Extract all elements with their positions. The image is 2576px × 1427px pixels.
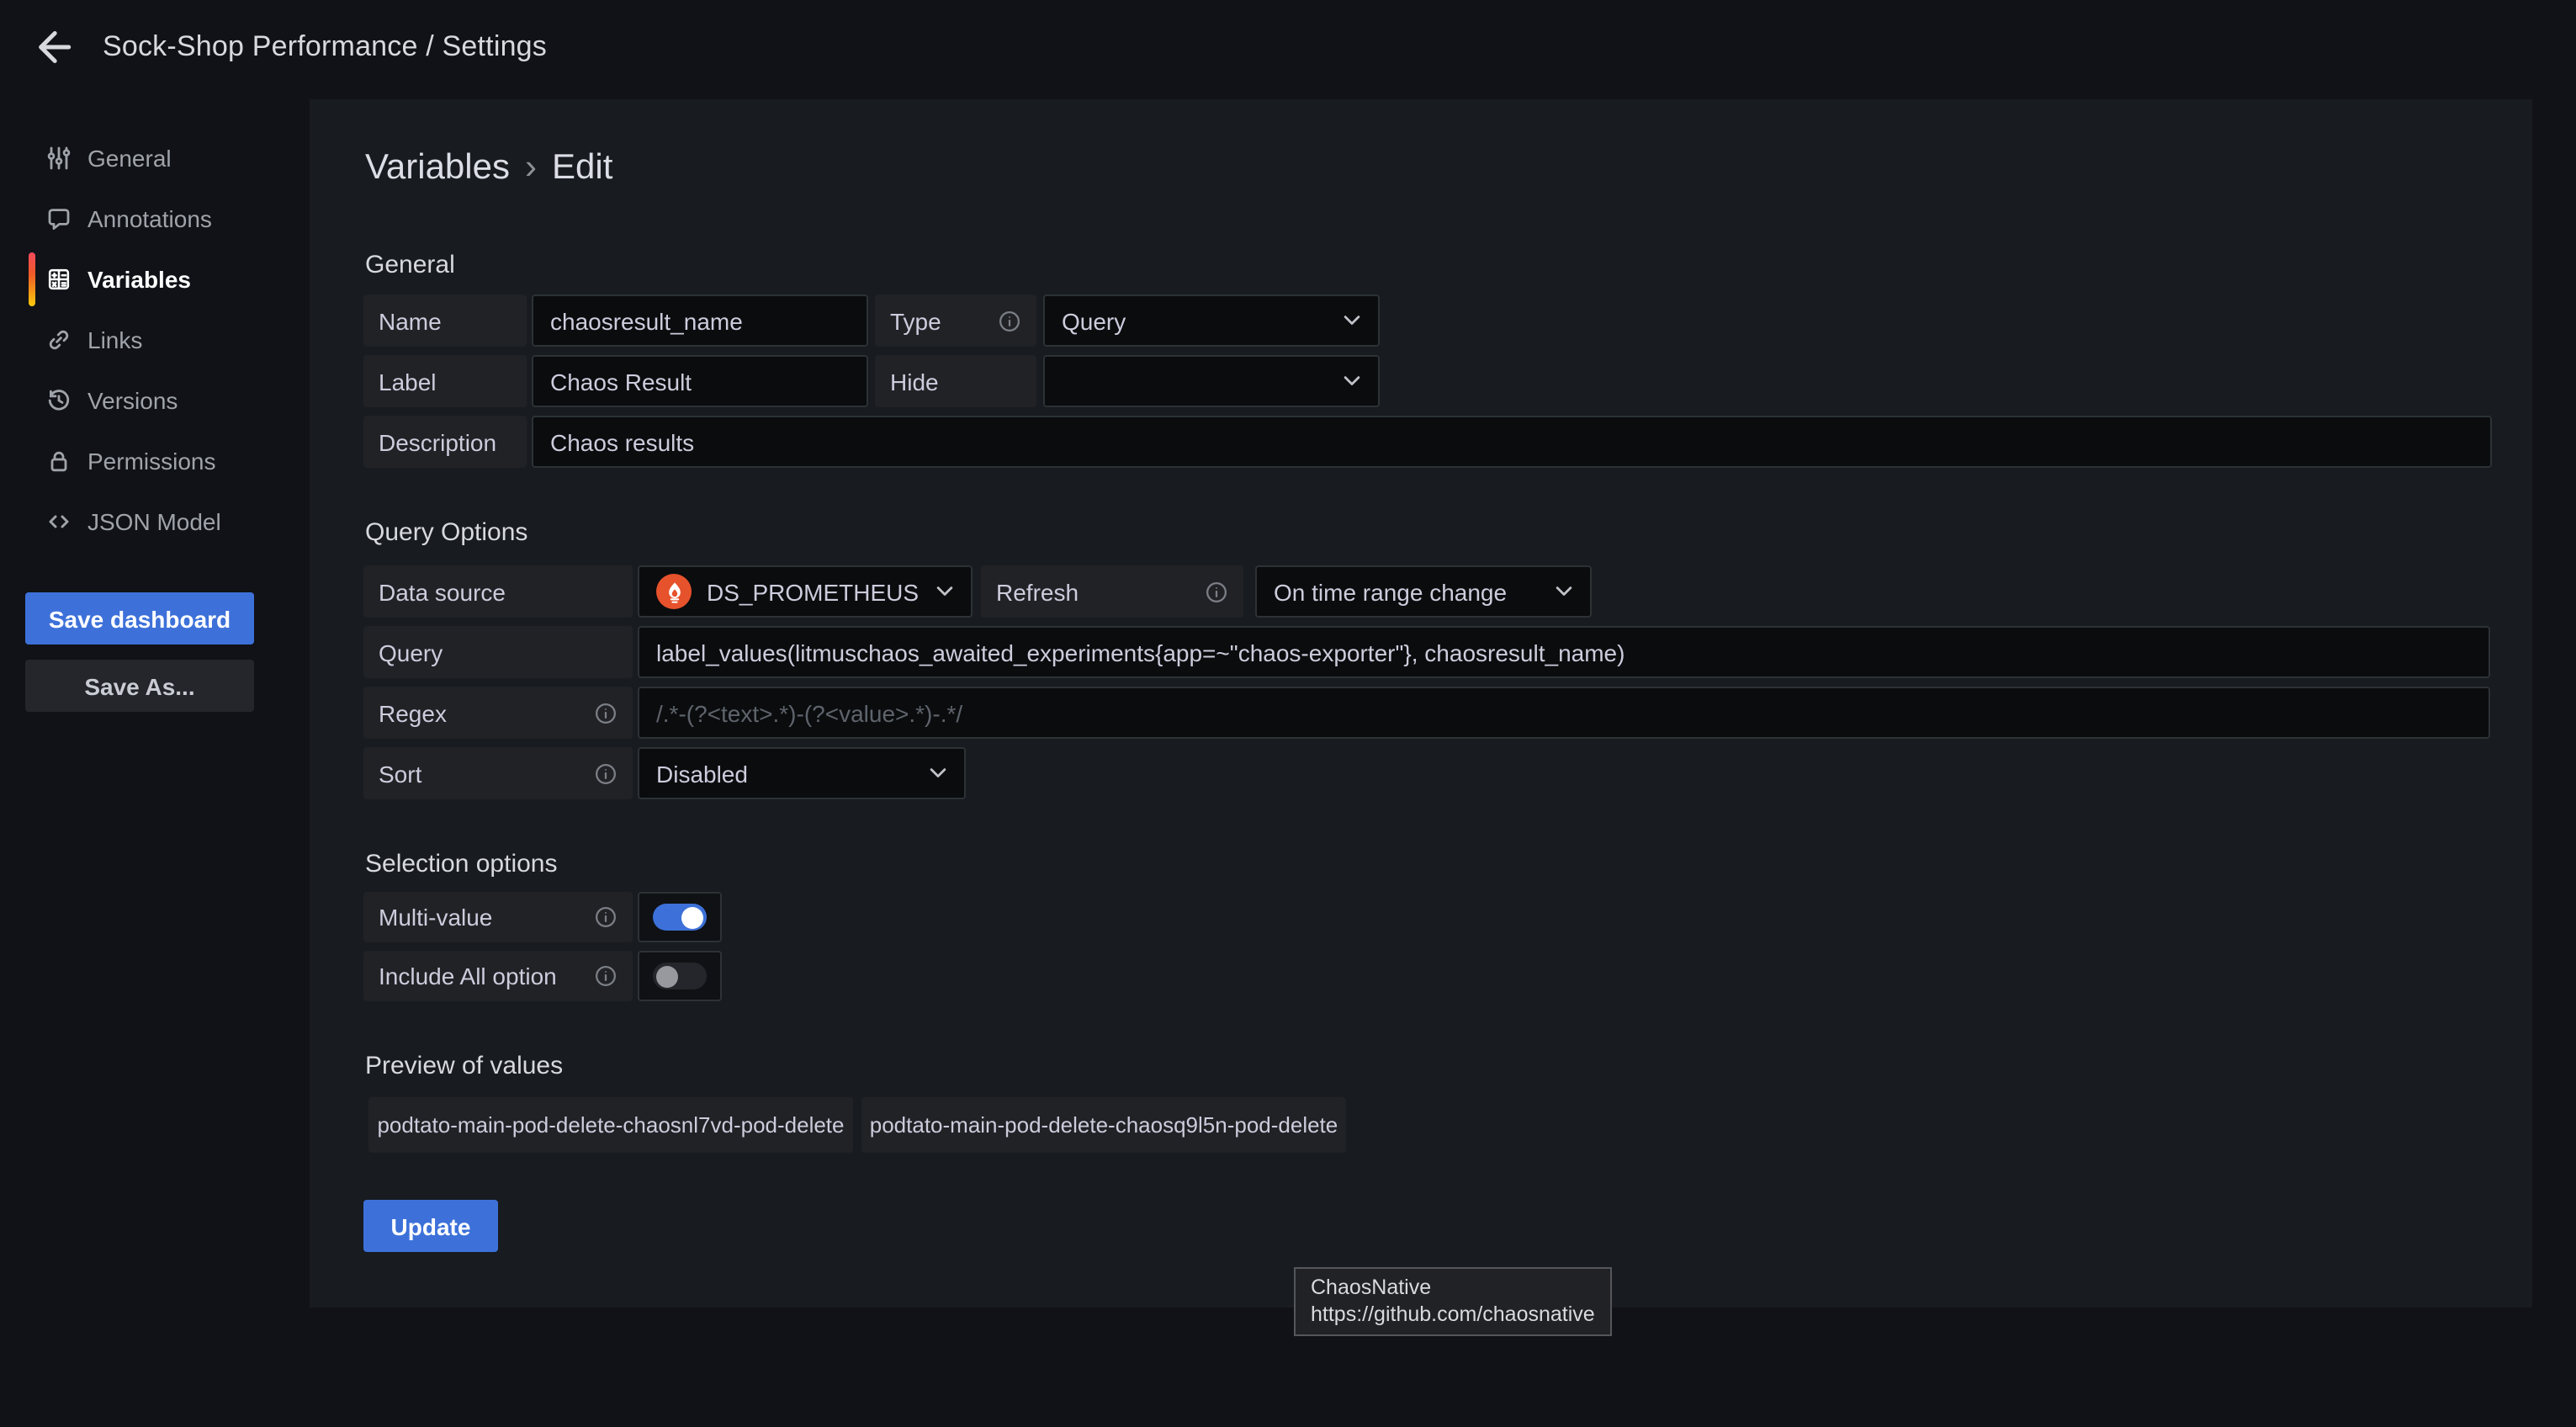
sort-select[interactable]: Disabled — [638, 747, 966, 799]
label-input[interactable] — [532, 355, 868, 407]
variables-edit-panel: Variables › Edit General Name Type Query L… — [310, 99, 2532, 1308]
description-input[interactable] — [532, 416, 2492, 468]
query-options-heading: Query Options — [365, 518, 527, 547]
sidebar-actions: Save dashboard Save As... — [0, 592, 310, 712]
chevron-down-icon — [929, 767, 947, 779]
lock-icon — [45, 448, 72, 475]
chevron-down-icon — [1343, 375, 1361, 387]
toggle-pill — [653, 904, 707, 931]
type-field-label: Type — [875, 294, 1036, 347]
sidebar-item-versions[interactable]: Versions — [0, 370, 310, 431]
sidebar-item-label: Variables — [87, 266, 191, 293]
sort-field-label: Sort — [363, 747, 633, 799]
include-all-toggle[interactable] — [638, 951, 722, 1001]
sort-row: Sort Disabled — [363, 747, 966, 799]
regex-field-label: Regex — [363, 687, 633, 739]
settings-nav: General Annotations Variables Links Vers… — [0, 94, 310, 552]
sidebar-item-label: JSON Model — [87, 508, 221, 535]
sidebar-item-label: Annotations — [87, 205, 212, 232]
breadcrumb: Variables › Edit — [365, 148, 612, 188]
sidebar-item-label: Versions — [87, 387, 178, 414]
preview-value-chip: podtato-main-pod-delete-chaosnl7vd-pod-d… — [368, 1097, 853, 1153]
save-dashboard-button[interactable]: Save dashboard — [25, 592, 254, 645]
description-row: Description — [363, 416, 2492, 468]
back-button[interactable] — [24, 17, 84, 77]
data-source-field-label: Data source — [363, 565, 633, 618]
calculator-icon — [45, 266, 72, 293]
history-icon — [45, 387, 72, 414]
prometheus-icon — [656, 574, 692, 609]
hide-field-label: Hide — [875, 355, 1036, 407]
preview-heading: Preview of values — [365, 1052, 563, 1080]
breadcrumb-separator: › — [525, 148, 537, 187]
info-icon — [998, 309, 1021, 332]
save-as-button[interactable]: Save As... — [25, 660, 254, 712]
data-source-row: Data source DS_PROMETHEUS Refresh On tim… — [363, 565, 1592, 618]
label-hide-row: Label Hide — [363, 355, 1380, 407]
link-icon — [45, 326, 72, 353]
sidebar-item-permissions[interactable]: Permissions — [0, 431, 310, 491]
sidebar-item-label: Permissions — [87, 448, 216, 475]
sidebar-item-general[interactable]: General — [0, 128, 310, 188]
refresh-field-label: Refresh — [981, 565, 1243, 618]
multi-value-toggle[interactable] — [638, 892, 722, 942]
info-icon — [594, 905, 617, 929]
settings-sidebar: General Annotations Variables Links Vers… — [0, 94, 310, 712]
breadcrumb-section[interactable]: Variables — [365, 148, 510, 187]
info-icon — [594, 964, 617, 988]
toggle-pill — [653, 963, 707, 989]
code-icon — [45, 508, 72, 535]
active-indicator — [29, 252, 35, 306]
include-all-row: Include All option — [363, 951, 722, 1001]
sliders-icon — [45, 145, 72, 172]
refresh-select[interactable]: On time range change — [1255, 565, 1592, 618]
data-source-select[interactable]: DS_PROMETHEUS — [638, 565, 973, 618]
top-navbar: Sock-Shop Performance / Settings — [0, 0, 2576, 94]
tooltip-title: ChaosNative — [1311, 1274, 1595, 1301]
regex-input[interactable] — [638, 687, 2490, 739]
sidebar-item-json-model[interactable]: JSON Model — [0, 491, 310, 552]
sidebar-item-label: General — [87, 145, 172, 172]
sidebar-item-annotations[interactable]: Annotations — [0, 188, 310, 249]
name-input[interactable] — [532, 294, 868, 347]
include-all-label: Include All option — [363, 951, 633, 1001]
info-icon — [1205, 580, 1228, 603]
datasource-tooltip: ChaosNative https://github.com/chaosnati… — [1294, 1267, 1612, 1336]
chevron-down-icon — [1555, 586, 1573, 597]
name-field-label: Name — [363, 294, 527, 347]
sidebar-item-links[interactable]: Links — [0, 310, 310, 370]
info-icon — [594, 761, 617, 785]
name-type-row: Name Type Query — [363, 294, 1380, 347]
arrow-left-icon — [32, 25, 76, 69]
info-icon — [594, 701, 617, 724]
query-field-label: Query — [363, 626, 633, 678]
breadcrumb-page: Edit — [552, 148, 612, 187]
multi-value-row: Multi-value — [363, 892, 722, 942]
chevron-down-icon — [936, 586, 954, 597]
comment-icon — [45, 205, 72, 232]
type-select[interactable]: Query — [1043, 294, 1380, 347]
toggle-knob — [656, 965, 678, 987]
regex-row: Regex — [363, 687, 2490, 739]
query-row: Query — [363, 626, 2490, 678]
hide-select[interactable] — [1043, 355, 1380, 407]
sidebar-item-variables[interactable]: Variables — [0, 249, 310, 310]
page-title: Sock-Shop Performance / Settings — [103, 30, 547, 64]
general-heading: General — [365, 251, 455, 279]
description-field-label: Description — [363, 416, 527, 468]
update-button[interactable]: Update — [363, 1200, 498, 1252]
preview-value-chip: podtato-main-pod-delete-chaosq9l5n-pod-d… — [861, 1097, 1346, 1153]
grafana-app: Sock-Shop Performance / Settings General… — [0, 0, 2576, 1427]
multi-value-label: Multi-value — [363, 892, 633, 942]
label-field-label: Label — [363, 355, 527, 407]
query-input[interactable] — [638, 626, 2490, 678]
sidebar-item-label: Links — [87, 326, 142, 353]
tooltip-url: https://github.com/chaosnative — [1311, 1301, 1595, 1328]
toggle-knob — [681, 906, 703, 928]
selection-options-heading: Selection options — [365, 850, 558, 878]
chevron-down-icon — [1343, 315, 1361, 326]
